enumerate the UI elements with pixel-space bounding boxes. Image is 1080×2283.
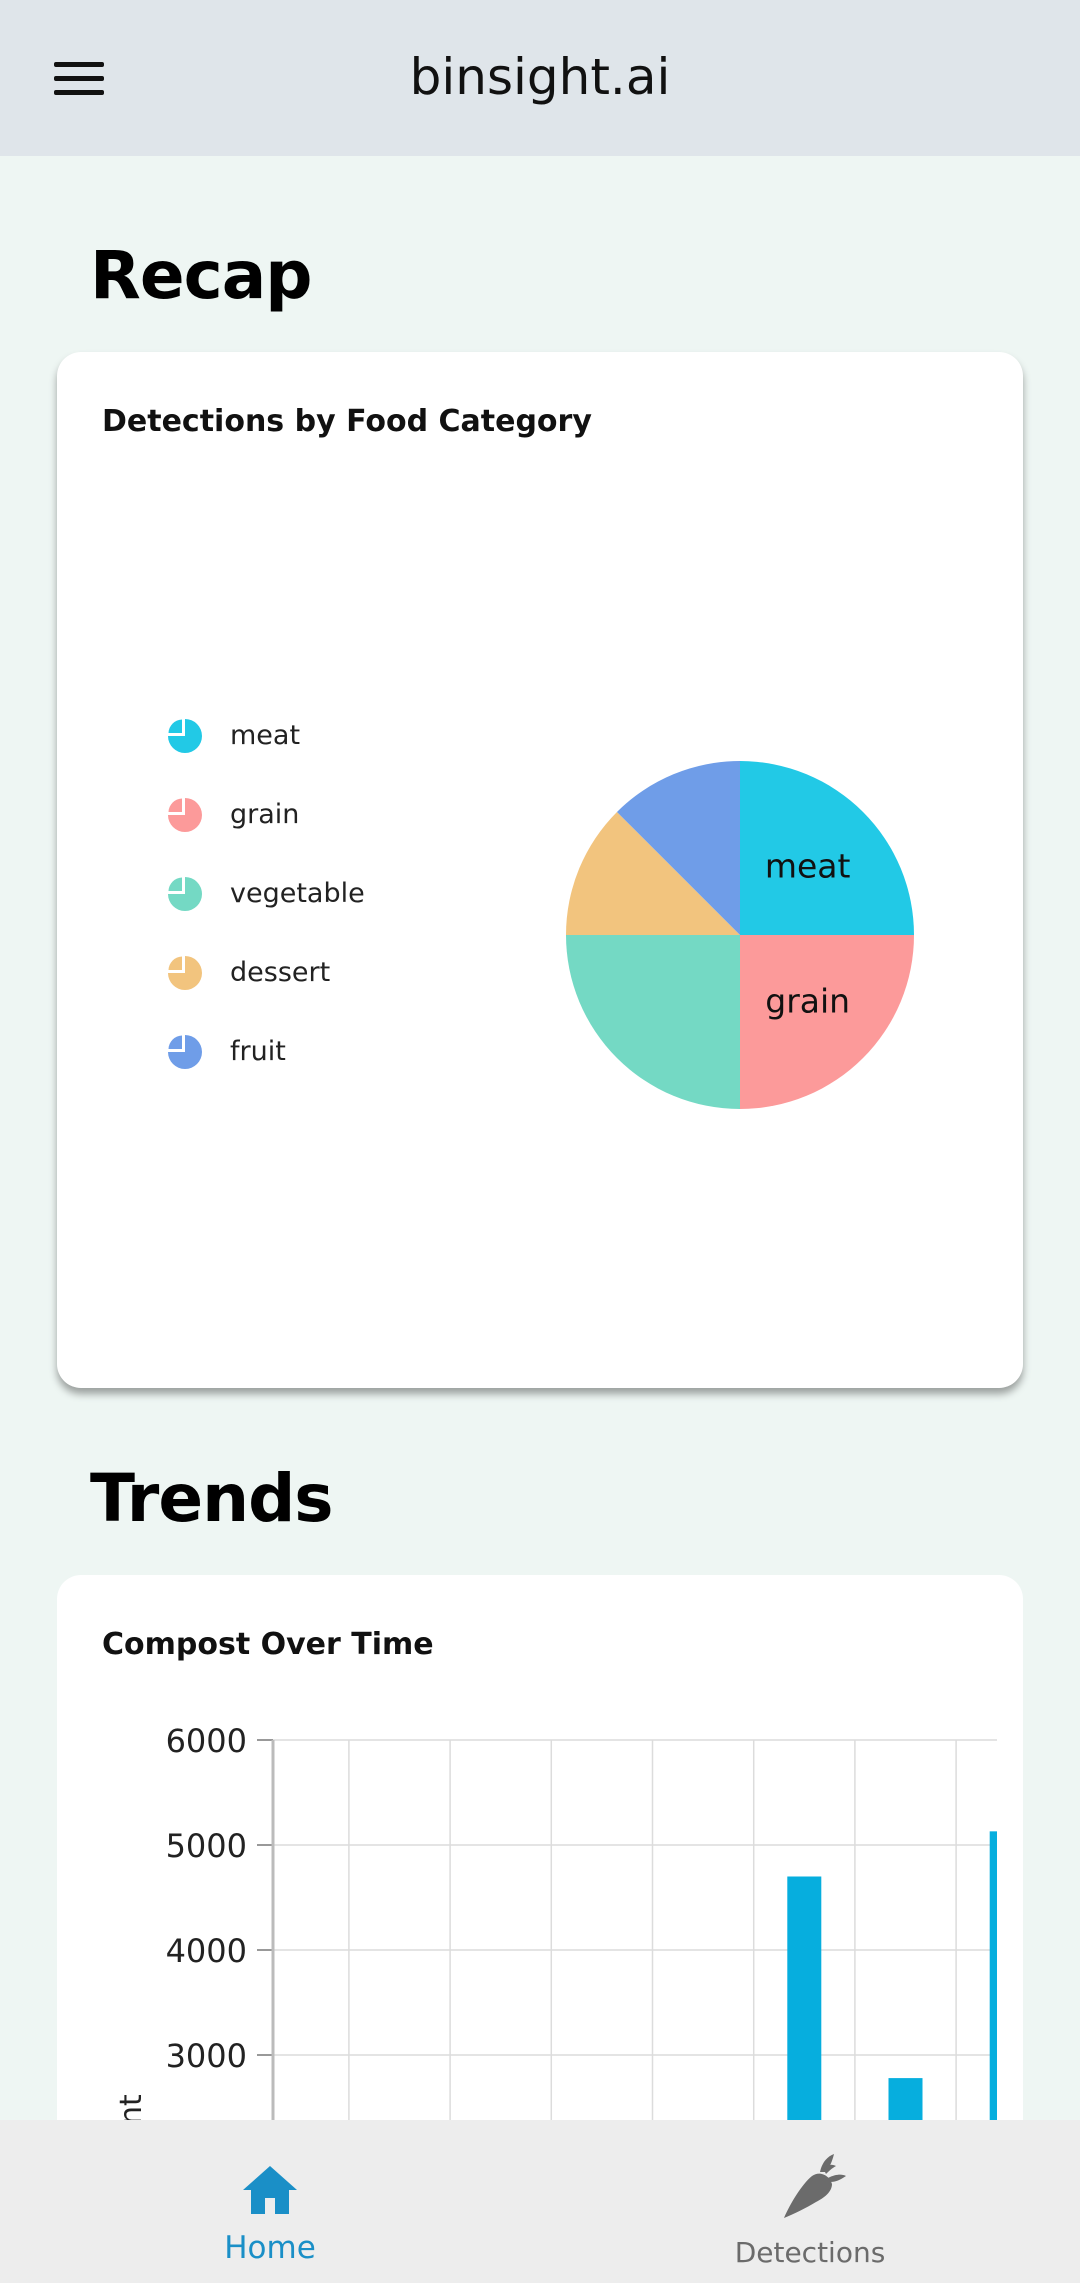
pie-chart-icon: [168, 956, 202, 990]
y-tick-label: 4000: [166, 1932, 247, 1970]
pie-slice-label: grain: [765, 982, 850, 1021]
pie-chart-icon: [168, 877, 202, 911]
y-tick-label: 6000: [166, 1725, 247, 1760]
pie-slice-grain: [740, 935, 914, 1109]
nav-home-label: Home: [224, 2230, 316, 2266]
trends-card: Compost Over Time 6000 5000 4000 3000 nt: [57, 1575, 1023, 2120]
trends-heading: Trends: [90, 1460, 334, 1537]
bar-c7: [989, 1831, 1023, 2120]
nav-detections[interactable]: Detections: [540, 2120, 1080, 2283]
legend-label: dessert: [230, 957, 331, 988]
pie-chart-icon: [168, 1035, 202, 1069]
pie-slice-vegetable: [566, 935, 740, 1109]
bar-c6: [888, 2078, 923, 2120]
nav-detections-label: Detections: [734, 2236, 886, 2269]
legend-label: vegetable: [230, 878, 365, 909]
legend-label: grain: [230, 799, 300, 830]
pie-chart-icon: [168, 798, 202, 832]
home-icon: [243, 2166, 297, 2214]
pie-chart-icon: [168, 719, 202, 753]
recap-card-title: Detections by Food Category: [102, 404, 592, 439]
pie-slice-label: meat: [765, 846, 851, 885]
carrot-icon: [784, 2154, 846, 2218]
app-title: binsight.ai: [409, 48, 671, 106]
recap-heading: Recap: [90, 237, 312, 314]
app-bar: binsight.ai: [0, 0, 1080, 156]
legend-label: fruit: [230, 1036, 286, 1067]
y-axis-label: nt: [117, 2094, 149, 2120]
legend-label: meat: [230, 720, 301, 751]
bottom-nav: Home Detections: [0, 2120, 1080, 2283]
trends-card-title: Compost Over Time: [102, 1627, 434, 1662]
nav-home[interactable]: Home: [0, 2120, 540, 2283]
recap-card: Detections by Food Category meat grain veg…: [57, 352, 1023, 1388]
y-tick-label: 5000: [166, 1827, 247, 1865]
bar-c5: [787, 1876, 822, 2120]
bar-chart: 6000 5000 4000 3000 nt: [114, 1722, 1023, 2120]
y-tick-label: 3000: [166, 2037, 247, 2075]
pie-chart: meat grain: [507, 702, 973, 1173]
